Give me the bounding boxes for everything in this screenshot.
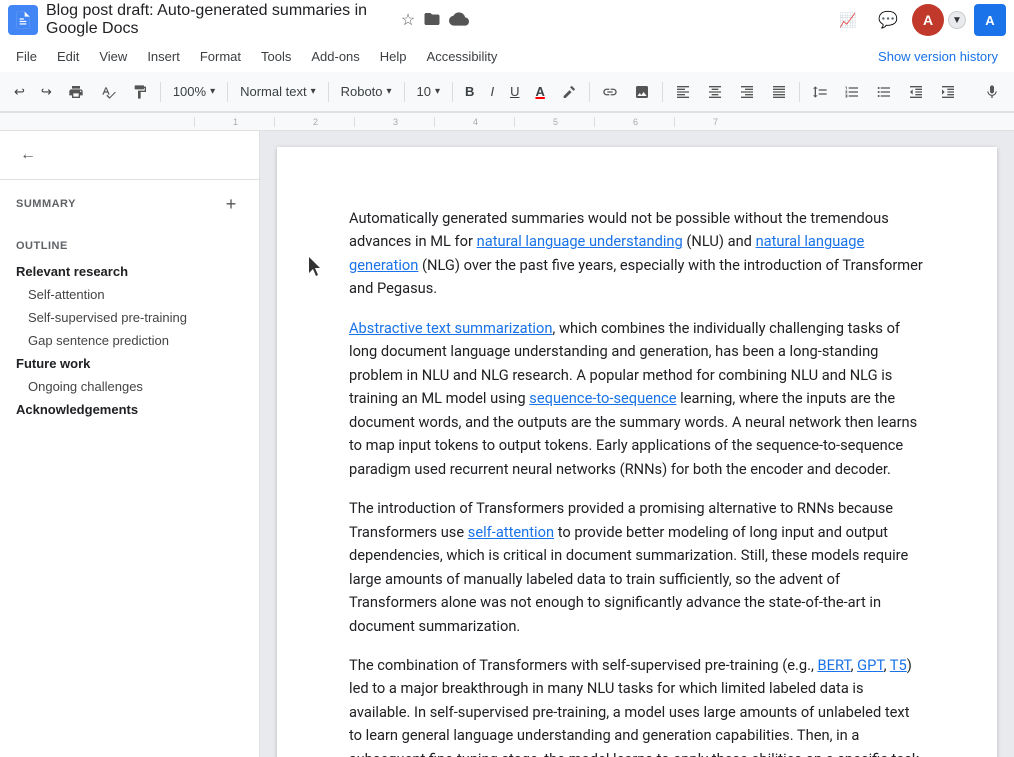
- menu-bar: File Edit View Insert Format Tools Add-o…: [0, 40, 1014, 72]
- separator-4: [404, 82, 405, 102]
- outline-item-gap-sentence[interactable]: Gap sentence prediction: [0, 329, 259, 352]
- outline-label: OUTLINE: [0, 236, 259, 260]
- size-chevron: ▾: [435, 86, 440, 97]
- link-gpt[interactable]: GPT: [857, 656, 883, 674]
- paint-format-button[interactable]: [126, 78, 154, 106]
- outline-item-self-supervised[interactable]: Self-supervised pre-training: [0, 306, 259, 329]
- menu-tools[interactable]: Tools: [253, 45, 299, 68]
- outline-item-ongoing-challenges[interactable]: Ongoing challenges: [0, 375, 259, 398]
- underline-button[interactable]: U: [504, 78, 525, 106]
- ruler-content: 1 2 3 4 5 6 7: [64, 117, 754, 127]
- link-seq2seq[interactable]: sequence-to-sequence: [529, 389, 676, 407]
- add-summary-button[interactable]: +: [219, 192, 243, 216]
- menu-addons[interactable]: Add-ons: [303, 45, 367, 68]
- font-chevron: ▾: [387, 86, 392, 97]
- paragraph-1: Automatically generated summaries would …: [349, 207, 925, 301]
- style-dropdown[interactable]: Normal text ▾: [234, 78, 322, 106]
- title-bar: Blog post draft: Auto-generated summarie…: [0, 0, 1014, 40]
- unordered-list-button[interactable]: [870, 78, 898, 106]
- menu-insert[interactable]: Insert: [139, 45, 188, 68]
- size-dropdown[interactable]: 10 ▾: [411, 78, 447, 106]
- spellcheck-button[interactable]: [94, 78, 122, 106]
- indent-more-button[interactable]: [934, 78, 962, 106]
- align-center-button[interactable]: [701, 78, 729, 106]
- outline-item-self-attention[interactable]: Self-attention: [0, 283, 259, 306]
- version-history-link[interactable]: Show version history: [870, 45, 1006, 68]
- sidebar: ← SUMMARY + OUTLINE Relevant research Se…: [0, 131, 260, 757]
- outline-section: OUTLINE Relevant research Self-attention…: [0, 228, 259, 429]
- separator-5: [452, 82, 453, 102]
- link-self-attention[interactable]: self-attention: [468, 523, 554, 541]
- ordered-list-button[interactable]: [838, 78, 866, 106]
- document-page: Automatically generated summaries would …: [277, 147, 997, 757]
- separator-3: [328, 82, 329, 102]
- ruler: 1 2 3 4 5 6 7: [0, 113, 1014, 131]
- menu-file[interactable]: File: [8, 45, 45, 68]
- align-left-button[interactable]: [669, 78, 697, 106]
- align-justify-button[interactable]: [765, 78, 793, 106]
- document-title: Blog post draft: Auto-generated summarie…: [46, 2, 393, 38]
- font-dropdown[interactable]: Roboto ▾: [335, 78, 398, 106]
- microphone-button[interactable]: [978, 78, 1006, 106]
- back-button[interactable]: ←: [16, 143, 40, 167]
- italic-button[interactable]: I: [484, 78, 500, 106]
- avatar-status: ▼: [948, 11, 966, 29]
- outline-item-acknowledgements[interactable]: Acknowledgements: [0, 398, 259, 421]
- link-abstractive[interactable]: Abstractive text summarization: [349, 319, 552, 337]
- menu-view[interactable]: View: [91, 45, 135, 68]
- zoom-chevron: ▾: [210, 86, 215, 97]
- link-bert[interactable]: BERT: [818, 656, 851, 674]
- indent-less-button[interactable]: [902, 78, 930, 106]
- document-area[interactable]: Automatically generated summaries would …: [260, 131, 1014, 757]
- docs-app-icon[interactable]: [8, 5, 38, 35]
- menu-accessibility[interactable]: Accessibility: [419, 45, 506, 68]
- sidebar-summary-section: SUMMARY +: [0, 180, 259, 228]
- align-right-button[interactable]: [733, 78, 761, 106]
- separator-7: [662, 82, 663, 102]
- separator-6: [589, 82, 590, 102]
- separator-8: [799, 82, 800, 102]
- menu-format[interactable]: Format: [192, 45, 249, 68]
- bold-button[interactable]: B: [459, 78, 480, 106]
- separator-2: [227, 82, 228, 102]
- print-button[interactable]: [62, 78, 90, 106]
- undo-button[interactable]: ↩: [8, 78, 31, 106]
- folder-icon[interactable]: [423, 10, 441, 31]
- link-t5[interactable]: T5: [890, 656, 907, 674]
- comment-icon[interactable]: 💬: [872, 4, 904, 36]
- menu-help[interactable]: Help: [372, 45, 415, 68]
- top-bar: Blog post draft: Auto-generated summarie…: [0, 0, 1014, 113]
- link-button[interactable]: [596, 78, 624, 106]
- cloud-icon: [449, 12, 469, 29]
- activity-icon[interactable]: 📈: [832, 4, 864, 36]
- paragraph-2: Abstractive text summarization, which co…: [349, 317, 925, 481]
- style-chevron: ▾: [311, 86, 316, 97]
- line-spacing-button[interactable]: [806, 78, 834, 106]
- avatar: A: [912, 4, 944, 36]
- link-nlu[interactable]: natural language understanding: [477, 232, 683, 250]
- paragraph-3: The introduction of Transformers provide…: [349, 497, 925, 638]
- star-icon[interactable]: ☆: [401, 10, 415, 30]
- outline-item-relevant-research[interactable]: Relevant research: [0, 260, 259, 283]
- redo-button[interactable]: ↪: [35, 78, 58, 106]
- apps-button[interactable]: A: [974, 4, 1006, 36]
- highlight-button[interactable]: [555, 78, 583, 106]
- image-button[interactable]: [628, 78, 656, 106]
- sidebar-back-header: ←: [0, 131, 259, 180]
- menu-edit[interactable]: Edit: [49, 45, 87, 68]
- toolbar: ↩ ↪ 100% ▾ Normal text ▾ Roboto ▾ 10 ▾: [0, 72, 1014, 112]
- zoom-dropdown[interactable]: 100% ▾: [167, 78, 221, 106]
- text-color-button[interactable]: A: [529, 78, 550, 106]
- summary-label: SUMMARY: [16, 198, 76, 210]
- paragraph-4: The combination of Transformers with sel…: [349, 654, 925, 757]
- main-area: ← SUMMARY + OUTLINE Relevant research Se…: [0, 131, 1014, 757]
- separator-1: [160, 82, 161, 102]
- outline-item-future-work[interactable]: Future work: [0, 352, 259, 375]
